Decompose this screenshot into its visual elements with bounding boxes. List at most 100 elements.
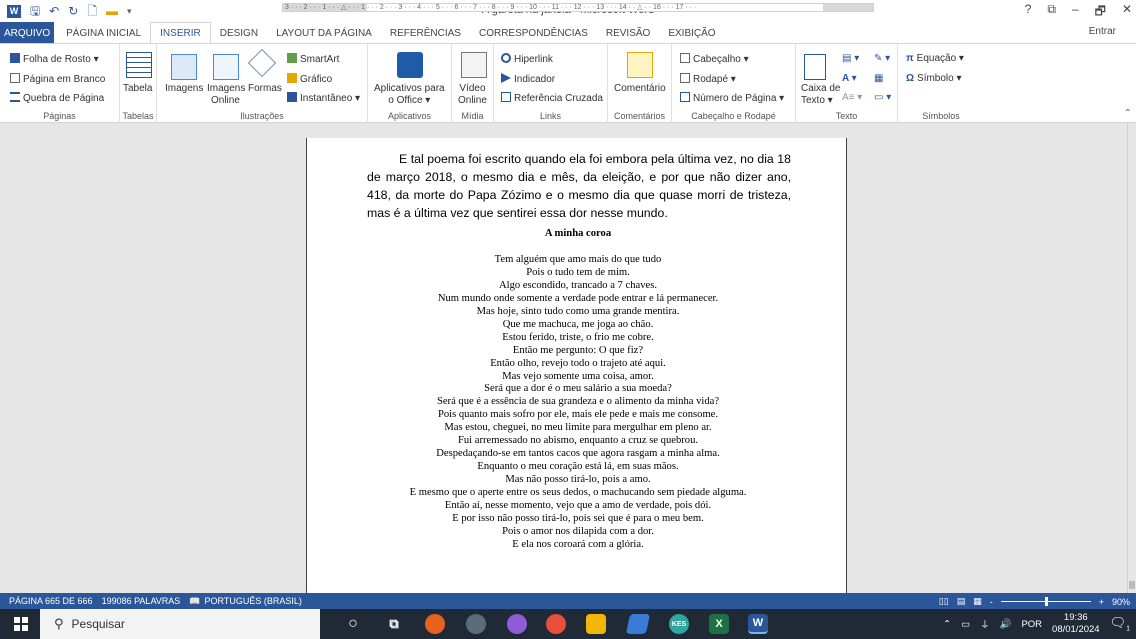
close-button[interactable]: ✕: [1122, 2, 1132, 23]
sign-in-link[interactable]: Entrar: [1089, 26, 1116, 37]
firefox-icon[interactable]: [425, 614, 445, 634]
signature-line-icon[interactable]: ✎ ▾: [874, 53, 890, 65]
open-folder-icon[interactable]: ▬: [106, 5, 118, 17]
tab-home[interactable]: PÁGINA INICIAL: [57, 22, 150, 43]
header-button[interactable]: Cabeçalho ▾: [680, 53, 749, 66]
cortana-icon[interactable]: ○: [343, 614, 363, 634]
word-taskbar-icon[interactable]: W: [748, 614, 768, 634]
drop-cap-icon[interactable]: A≡ ▾: [842, 92, 862, 104]
poem-line: E por isso não posso tirá-lo, pois sei q…: [452, 513, 704, 525]
poem-block[interactable]: A minha coroa Tem alguém que amo mais do…: [350, 228, 806, 552]
collapse-ribbon-icon[interactable]: ⌃: [1124, 108, 1132, 120]
task-view-icon[interactable]: ⧉: [384, 614, 404, 634]
symbol-button[interactable]: Ω Símbolo ▾: [906, 73, 962, 85]
new-document-icon[interactable]: 🗋: [87, 5, 97, 17]
browser-app-icon[interactable]: [466, 614, 486, 634]
document-paragraph[interactable]: E tal poema foi escrito quando ela foi e…: [367, 150, 791, 222]
ribbon-display-options-button[interactable]: ⧉: [1047, 2, 1056, 23]
tab-file[interactable]: ARQUIVO: [0, 22, 55, 43]
print-layout-icon[interactable]: ▤: [957, 596, 966, 607]
online-pictures-button[interactable]: Imagens Online: [207, 83, 245, 107]
language-status[interactable]: PORTUGUÊS (BRASIL): [205, 596, 302, 606]
object-icon[interactable]: ▭ ▾: [874, 92, 891, 104]
battery-icon[interactable]: ▭: [961, 619, 970, 630]
windows-start-icon[interactable]: [14, 617, 28, 631]
tab-design[interactable]: DESIGN: [211, 22, 267, 43]
show-hidden-icons[interactable]: ⌃: [943, 619, 951, 630]
page-number-button[interactable]: Número de Página ▾: [680, 92, 784, 105]
bookmark-button[interactable]: Indicador: [501, 73, 555, 86]
word-logo-icon[interactable]: W: [7, 4, 21, 18]
pictures-icon: [171, 54, 197, 80]
zoom-slider-thumb[interactable]: [1044, 597, 1048, 606]
chrome-icon[interactable]: [546, 614, 566, 634]
maximize-button[interactable]: 🗗: [1095, 2, 1106, 23]
date-time-icon[interactable]: ▦: [874, 73, 883, 85]
tab-page-layout[interactable]: LAYOUT DA PÁGINA: [267, 22, 381, 43]
scrollbar-thumb[interactable]: [1129, 581, 1135, 589]
tab-review[interactable]: REVISÃO: [597, 22, 659, 43]
read-mode-icon[interactable]: ▯▯: [939, 596, 949, 607]
vertical-scrollbar[interactable]: [1127, 123, 1136, 593]
poem-line: Então aí, nesse momento, vejo que a amo …: [444, 500, 712, 512]
cover-page-button[interactable]: Folha de Rosto ▾: [10, 53, 99, 66]
office-apps-button[interactable]: Aplicativos para o Office ▾: [374, 83, 445, 107]
page-left-edge: [306, 138, 307, 593]
tab-references[interactable]: REFERÊNCIAS: [381, 22, 470, 43]
group-links: Hiperlink Indicador Referência Cruzada L…: [494, 44, 608, 123]
quick-parts-icon[interactable]: ▤ ▾: [842, 53, 859, 65]
table-button[interactable]: Tabela: [123, 83, 152, 95]
group-label-links: Links: [539, 111, 561, 121]
wordart-icon[interactable]: A ▾: [842, 73, 857, 85]
undo-icon[interactable]: ↶: [49, 5, 59, 17]
customize-qat-icon[interactable]: ▾: [127, 6, 132, 16]
equation-button[interactable]: π Equação ▾: [906, 53, 964, 65]
clock[interactable]: 19:36 08/01/2024: [1052, 612, 1100, 636]
tab-selector[interactable]: L: [6, 127, 17, 137]
online-video-icon: [461, 52, 487, 78]
chart-button[interactable]: Gráfico: [287, 73, 332, 86]
pictures-button[interactable]: Imagens: [165, 83, 203, 95]
smartart-button[interactable]: SmartArt: [287, 53, 339, 66]
footer-button[interactable]: Rodapé ▾: [680, 73, 736, 86]
kes-app-icon[interactable]: KES: [669, 614, 689, 634]
new-comment-button[interactable]: Comentário: [614, 83, 666, 95]
minimize-button[interactable]: –: [1072, 2, 1079, 23]
taskbar-search-box[interactable]: ⚲ Pesquisar: [40, 609, 320, 639]
online-video-button[interactable]: Vídeo Online: [458, 83, 487, 107]
chart-icon: [287, 73, 297, 83]
blank-page-button[interactable]: Página em Branco: [10, 73, 105, 86]
notes-app-icon[interactable]: [625, 614, 651, 634]
save-icon[interactable]: 🖫: [30, 5, 40, 17]
redo-icon[interactable]: ↻: [68, 5, 78, 17]
cross-reference-button[interactable]: Referência Cruzada: [501, 92, 603, 105]
input-language[interactable]: POR: [1021, 619, 1042, 630]
page-count[interactable]: PÁGINA 665 DE 666: [9, 596, 93, 606]
zoom-in-button[interactable]: +: [1099, 597, 1104, 607]
ruler-bar[interactable]: 3 · · · 2 · · · 1 · · · △ · · · 1 · · · …: [282, 3, 874, 12]
web-layout-icon[interactable]: ▦: [973, 596, 982, 607]
zoom-out-button[interactable]: -: [990, 597, 993, 607]
ruler-right-margin: [823, 4, 873, 11]
hyperlink-button[interactable]: Hiperlink: [501, 53, 553, 66]
word-count[interactable]: 199086 PALAVRAS: [102, 596, 181, 606]
file-explorer-icon[interactable]: [586, 614, 606, 634]
proofing-icon[interactable]: 📖: [189, 596, 200, 607]
network-icon[interactable]: ⏚: [980, 617, 990, 631]
volume-icon[interactable]: 🔊: [1000, 619, 1012, 630]
page-break-button[interactable]: Quebra de Página: [10, 92, 104, 105]
notifications-icon[interactable]: 🗨1: [1110, 615, 1130, 633]
excel-icon[interactable]: X: [709, 614, 729, 634]
paint-app-icon[interactable]: [507, 614, 527, 634]
help-button[interactable]: ?: [1025, 2, 1032, 23]
zoom-level[interactable]: 90%: [1112, 597, 1130, 607]
zoom-controls: ▯▯ ▤ ▦ - + 90%: [939, 596, 1130, 607]
zoom-slider[interactable]: [1000, 597, 1091, 606]
tab-insert[interactable]: INSERIR: [150, 22, 211, 43]
text-box-button[interactable]: Caixa de Texto ▾: [801, 83, 840, 107]
tab-view[interactable]: EXIBIÇÃO: [659, 22, 724, 43]
tab-mailings[interactable]: CORRESPONDÊNCIAS: [470, 22, 597, 43]
screenshot-button[interactable]: Instantâneo ▾: [287, 92, 360, 105]
group-label-tables: Tabelas: [122, 111, 154, 121]
shapes-button[interactable]: Formas: [248, 83, 282, 95]
